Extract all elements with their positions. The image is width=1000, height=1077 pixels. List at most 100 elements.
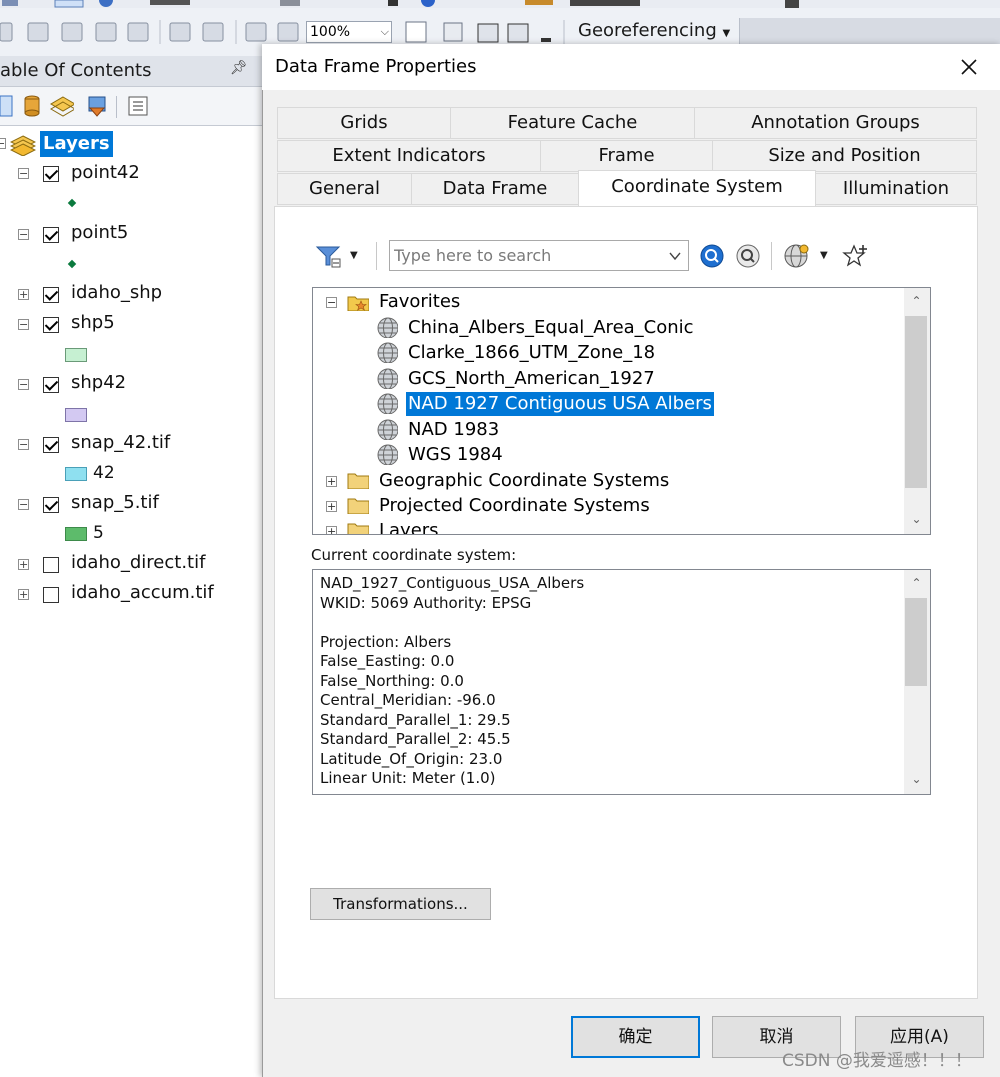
- layer-visibility-checkbox[interactable]: [43, 437, 59, 453]
- layer-visibility-checkbox[interactable]: [43, 166, 59, 182]
- scroll-up-icon[interactable]: ⌃: [908, 294, 925, 308]
- tree-item-label[interactable]: China_Albers_Equal_Area_Conic: [408, 316, 694, 340]
- tab-frame[interactable]: Frame: [540, 140, 713, 172]
- layer-name[interactable]: idaho_shp: [71, 282, 162, 303]
- tree-item-selected[interactable]: NAD 1927 Contiguous USA Albers: [406, 392, 714, 416]
- folder-icon: [347, 473, 369, 489]
- layer-visibility-checkbox[interactable]: [43, 287, 59, 303]
- list-by-source-icon[interactable]: [20, 94, 44, 118]
- cs-detail-line: Projection: Albers: [320, 633, 452, 651]
- globe-icon: [377, 368, 398, 389]
- layout-tool-icons[interactable]: [404, 20, 574, 46]
- tab-grids[interactable]: Grids: [277, 107, 451, 139]
- layer-collapse-toggle[interactable]: −: [18, 319, 29, 330]
- toc-title: able Of Contents: [0, 60, 152, 81]
- georeferencing-menu[interactable]: Georeferencing ▼: [578, 20, 730, 41]
- layer-name[interactable]: idaho_direct.tif: [71, 552, 205, 573]
- layer-name[interactable]: snap_42.tif: [71, 432, 170, 453]
- list-by-selection-icon[interactable]: [84, 94, 108, 118]
- raster-symbol-swatch: [65, 467, 87, 481]
- close-icon[interactable]: [956, 54, 982, 80]
- chevron-down-icon[interactable]: [668, 249, 682, 263]
- group-expand-toggle[interactable]: +: [326, 526, 337, 534]
- search-icon[interactable]: [699, 243, 725, 269]
- current-coordinate-system-textbox[interactable]: NAD_1927_Contiguous_USA_Albers WKID: 506…: [312, 569, 931, 795]
- watermark-text: CSDN @我爱遥感！！！: [782, 1051, 972, 1071]
- globe-icon: [377, 342, 398, 363]
- layer-name[interactable]: point42: [71, 162, 140, 183]
- toolbar-icons-cutoff: [2, 0, 799, 8]
- layers-stack-icon: [10, 135, 36, 156]
- scroll-up-icon[interactable]: ⌃: [908, 576, 925, 590]
- layers-collapse-toggle[interactable]: −: [0, 138, 6, 149]
- tab-extent-indicators[interactable]: Extent Indicators: [277, 140, 541, 172]
- zoom-level-combobox[interactable]: 100% ⌵: [306, 21, 392, 43]
- layer-name[interactable]: idaho_accum.tif: [71, 582, 214, 603]
- globe-icon[interactable]: [783, 243, 809, 269]
- list-by-visibility-icon[interactable]: [50, 94, 74, 118]
- layer-collapse-toggle[interactable]: −: [18, 229, 29, 240]
- clear-search-icon[interactable]: [735, 243, 761, 269]
- tree-scrollbar-thumb[interactable]: [905, 316, 927, 488]
- tree-group-label[interactable]: Geographic Coordinate Systems: [379, 469, 669, 493]
- cs-detail-line: Latitude_Of_Origin: 23.0: [320, 750, 503, 768]
- layer-expand-toggle[interactable]: +: [18, 289, 29, 300]
- cs-detail-line: Linear Unit: Meter (1.0): [320, 769, 496, 787]
- tab-feature-cache[interactable]: Feature Cache: [450, 107, 695, 139]
- layer-collapse-toggle[interactable]: −: [18, 499, 29, 510]
- caret-down-icon[interactable]: ▼: [350, 250, 358, 261]
- tab-coordinate-system[interactable]: Coordinate System: [578, 170, 816, 206]
- layer-visibility-checkbox[interactable]: [43, 377, 59, 393]
- layer-collapse-toggle[interactable]: −: [18, 379, 29, 390]
- group-expand-toggle[interactable]: +: [326, 501, 337, 512]
- tab-annotation-groups[interactable]: Annotation Groups: [694, 107, 977, 139]
- georeferencing-label: Georeferencing: [578, 20, 717, 41]
- toolbar-separator: [771, 242, 772, 270]
- layer-name[interactable]: shp42: [71, 372, 126, 393]
- tree-group-label[interactable]: Layers: [379, 519, 439, 534]
- scroll-down-icon[interactable]: ⌄: [908, 772, 925, 786]
- filter-icon[interactable]: [315, 243, 341, 269]
- favorites-node-label[interactable]: Favorites: [379, 290, 460, 314]
- layer-visibility-checkbox[interactable]: [43, 227, 59, 243]
- layer-visibility-checkbox[interactable]: [43, 557, 59, 573]
- search-combobox[interactable]: [389, 240, 689, 271]
- tree-item-label[interactable]: WGS 1984: [408, 443, 503, 467]
- favorites-collapse-toggle[interactable]: −: [326, 297, 337, 308]
- layer-visibility-checkbox[interactable]: [43, 587, 59, 603]
- layer-name[interactable]: snap_5.tif: [71, 492, 159, 513]
- cs-detail-line: Central_Meridian: -96.0: [320, 691, 496, 709]
- tree-item-label[interactable]: GCS_North_American_1927: [408, 367, 655, 391]
- cs-detail-line: False_Northing: 0.0: [320, 672, 464, 690]
- ok-button[interactable]: 确定: [571, 1016, 700, 1058]
- caret-down-icon[interactable]: ▼: [820, 250, 828, 261]
- legend-value: 5: [93, 523, 104, 543]
- tab-size-and-position[interactable]: Size and Position: [712, 140, 977, 172]
- layer-visibility-checkbox[interactable]: [43, 317, 59, 333]
- tree-group-label[interactable]: Projected Coordinate Systems: [379, 494, 650, 518]
- group-expand-toggle[interactable]: +: [326, 476, 337, 487]
- layer-expand-toggle[interactable]: +: [18, 559, 29, 570]
- layer-expand-toggle[interactable]: +: [18, 589, 29, 600]
- layers-root-label[interactable]: Layers: [40, 131, 113, 157]
- pin-icon[interactable]: 📌︎: [230, 60, 248, 76]
- tab-illumination[interactable]: Illumination: [815, 173, 977, 205]
- layer-name[interactable]: point5: [71, 222, 128, 243]
- tab-general[interactable]: General: [277, 173, 412, 205]
- transformations-button[interactable]: Transformations...: [310, 888, 491, 920]
- layer-collapse-toggle[interactable]: −: [18, 168, 29, 179]
- right-toolbar-area: [739, 18, 1000, 44]
- scroll-down-icon[interactable]: ⌄: [908, 512, 925, 526]
- tree-item-label[interactable]: Clarke_1866_UTM_Zone_18: [408, 341, 655, 365]
- layer-name[interactable]: shp5: [71, 312, 115, 333]
- globe-icon: [377, 393, 398, 414]
- add-to-favorites-icon[interactable]: [842, 243, 868, 269]
- tab-data-frame[interactable]: Data Frame: [411, 173, 579, 205]
- coordinate-system-tree[interactable]: − Favorites China_Albers_Equal_Area_Coni…: [312, 287, 931, 535]
- layer-visibility-checkbox[interactable]: [43, 497, 59, 513]
- search-input[interactable]: [394, 244, 660, 266]
- options-icon[interactable]: [126, 94, 150, 118]
- details-scrollbar-thumb[interactable]: [905, 598, 927, 686]
- layer-collapse-toggle[interactable]: −: [18, 439, 29, 450]
- tree-item-label[interactable]: NAD 1983: [408, 418, 499, 442]
